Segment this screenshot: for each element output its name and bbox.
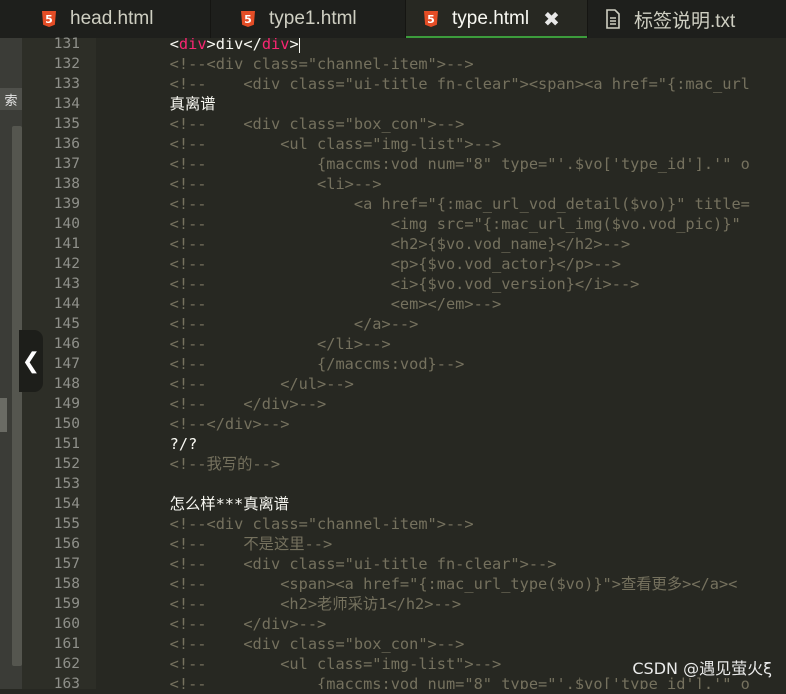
line-number: 153 bbox=[53, 476, 80, 492]
line-number: 139 bbox=[53, 196, 80, 212]
tab-label: type1.html bbox=[269, 8, 357, 29]
code-line: <!-- {/maccms:vod}--> bbox=[96, 355, 465, 373]
code-line: <!-- <div class="box_con">--> bbox=[96, 635, 465, 653]
code-line: <!-- </li>--> bbox=[96, 335, 391, 353]
code-line: <div>div</div> bbox=[169, 38, 300, 53]
line-number: 142 bbox=[53, 256, 80, 272]
close-icon[interactable]: ✖ bbox=[543, 7, 560, 31]
line-number: 149 bbox=[53, 396, 80, 412]
html5-icon: 5 bbox=[424, 11, 438, 27]
line-number: 152 bbox=[53, 456, 80, 472]
tab-label: head.html bbox=[70, 8, 154, 29]
line-number: 144 bbox=[53, 296, 80, 312]
line-number: 156 bbox=[53, 536, 80, 552]
line-number: 154 bbox=[53, 496, 80, 512]
code-line: 真离谱 bbox=[96, 95, 216, 113]
tab-label: 标签说明.txt bbox=[634, 10, 736, 32]
tab-label: type.html bbox=[452, 8, 530, 29]
line-number: 141 bbox=[53, 236, 80, 252]
code-line: <!--我写的--> bbox=[96, 455, 281, 473]
tab-bar: 5 head.html 5 type1.html 5 type.html ✖ 标… bbox=[0, 0, 786, 38]
line-number: 132 bbox=[53, 56, 80, 72]
code-line: <!--<div class="channel-item">--> bbox=[96, 55, 474, 73]
line-number: 155 bbox=[53, 516, 80, 532]
code-line: <!-- <i>{$vo.vod_version}</i>--> bbox=[96, 275, 640, 293]
code-line: <!-- </ul>--> bbox=[96, 375, 354, 393]
html5-icon: 5 bbox=[42, 11, 56, 27]
code-line: <!-- <img src="{:mac_url_img($vo.vod_pic… bbox=[96, 215, 750, 233]
code-editor[interactable]: <div>div</div> <!--<div class="channel-i… bbox=[96, 38, 786, 689]
code-line: <!--<div class="channel-item">--> bbox=[96, 515, 474, 533]
tab-tag-notes-txt[interactable]: 标签说明.txt bbox=[588, 0, 786, 38]
code-line: ?/? bbox=[96, 435, 198, 453]
line-number: 133 bbox=[53, 76, 80, 92]
line-number: 161 bbox=[53, 636, 80, 652]
code-line: <!-- <span><a href="{:mac_url_type($vo)}… bbox=[96, 575, 738, 593]
code-line: <!-- <em></em>--> bbox=[96, 295, 502, 313]
tab-head-html[interactable]: 5 head.html bbox=[0, 0, 211, 38]
code-line: <!-- <div class="box_con">--> bbox=[96, 115, 465, 133]
line-number: 162 bbox=[53, 656, 80, 672]
code-line: <!-- <li>--> bbox=[96, 175, 382, 193]
line-number: 158 bbox=[53, 576, 80, 592]
code-line: <!-- <div class="ui-title fn-clear">--> bbox=[96, 555, 557, 573]
line-number: 138 bbox=[53, 176, 80, 192]
code-line: <!-- <h2>{$vo.vod_name}</h2>--> bbox=[96, 235, 631, 253]
tab-type1-html[interactable]: 5 type1.html bbox=[211, 0, 406, 38]
document-icon bbox=[606, 9, 620, 29]
code-line: <!-- <a href="{:mac_url_vod_detail($vo)}… bbox=[96, 195, 750, 213]
line-number: 159 bbox=[53, 596, 80, 612]
line-number: 131 bbox=[53, 36, 80, 52]
line-number: 136 bbox=[53, 136, 80, 152]
code-line: 怎么样***真离谱 bbox=[96, 495, 290, 513]
line-number: 140 bbox=[53, 216, 80, 232]
side-panel-label[interactable]: 索 bbox=[0, 88, 22, 110]
side-panel-scrollbar[interactable] bbox=[12, 126, 22, 666]
line-number: 137 bbox=[53, 156, 80, 172]
side-panel-marker bbox=[0, 398, 7, 432]
watermark: CSDN @遇见萤火ξ bbox=[632, 659, 772, 678]
line-number: 134 bbox=[53, 96, 80, 112]
code-line: <!-- 不是这里--> bbox=[96, 535, 333, 553]
code-line: <!-- <p>{$vo.vod_actor}</p>--> bbox=[96, 255, 621, 273]
line-number: 160 bbox=[53, 616, 80, 632]
collapse-panel-button[interactable]: ❮ bbox=[19, 330, 43, 392]
code-line: <!-- {maccms:vod num="8" type="'.$vo['ty… bbox=[96, 155, 750, 173]
line-number: 151 bbox=[53, 436, 80, 452]
html5-icon: 5 bbox=[241, 11, 255, 27]
line-number: 157 bbox=[53, 556, 80, 572]
code-line: <!-- <h2>老师采访1</h2>--> bbox=[96, 595, 462, 613]
code-line: <!-- </a>--> bbox=[96, 315, 419, 333]
chevron-left-icon: ❮ bbox=[21, 348, 41, 374]
code-line: <!-- <ul class="img-list">--> bbox=[96, 135, 502, 153]
code-line: <!-- <ul class="img-list">--> bbox=[96, 655, 502, 673]
line-number: 143 bbox=[53, 276, 80, 292]
line-number: 163 bbox=[53, 676, 80, 692]
code-line: <!-- <div class="ui-title fn-clear"><spa… bbox=[96, 75, 750, 93]
code-line: <!--</div>--> bbox=[96, 415, 290, 433]
tab-type-html[interactable]: 5 type.html ✖ bbox=[406, 0, 588, 38]
code-line: <!-- </div>--> bbox=[96, 615, 327, 633]
line-number: 150 bbox=[53, 416, 80, 432]
line-number: 135 bbox=[53, 116, 80, 132]
text-cursor bbox=[298, 38, 300, 53]
code-line: <!-- </div>--> bbox=[96, 395, 327, 413]
